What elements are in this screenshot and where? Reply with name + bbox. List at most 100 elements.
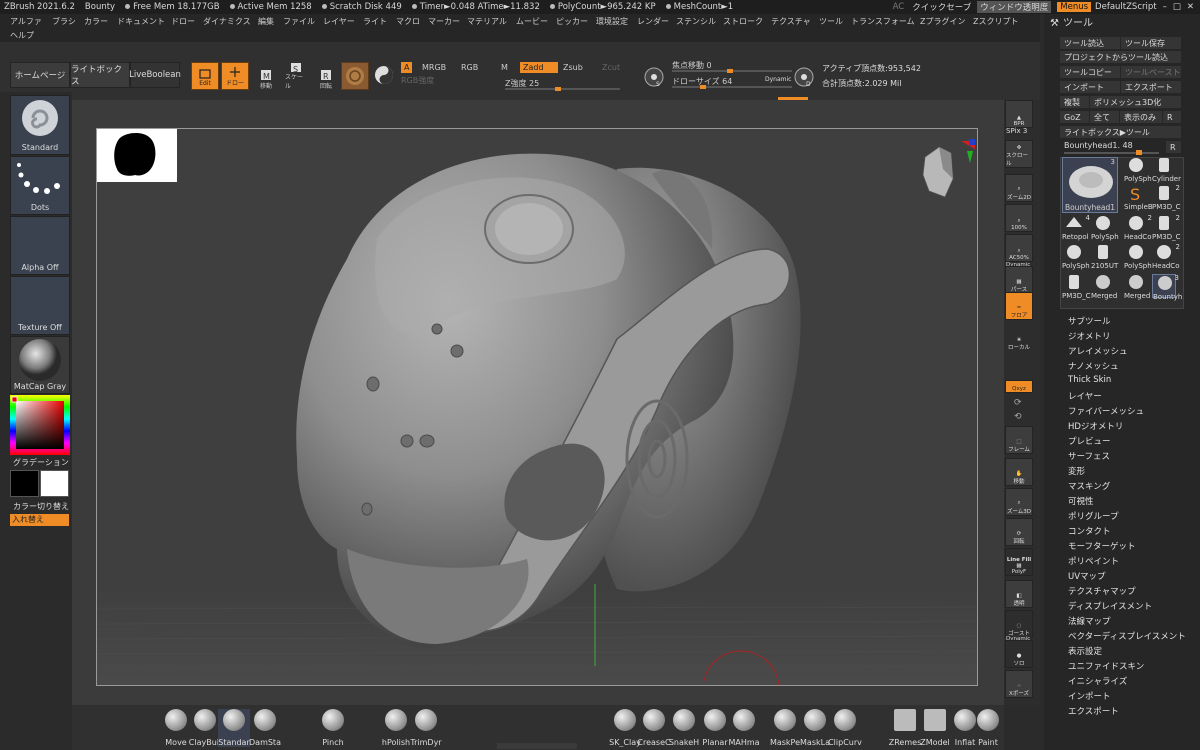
floor-button[interactable]: ═ フロア	[1005, 292, 1033, 320]
dynamic-label[interactable]: Dynamic	[765, 76, 791, 83]
tool-thumb-15[interactable]: Merged	[1124, 274, 1150, 300]
zcut-toggle[interactable]: Zcut	[599, 62, 623, 73]
rotate-y-icon[interactable]: ⟳	[1014, 398, 1022, 408]
tool-thumb-8[interactable]: PM3D_C 2	[1152, 214, 1181, 241]
subpalette-normal-map[interactable]: 法線マップ	[1068, 615, 1111, 627]
zadd-toggle[interactable]: Zadd	[520, 62, 558, 73]
subpalette-unified-skin[interactable]: ユニファイドスキン	[1068, 660, 1144, 672]
tool-thumb-5[interactable]: Retopol 4	[1062, 214, 1090, 241]
tool-thumb-11[interactable]: PolySph	[1124, 244, 1152, 270]
sculpt-model[interactable]	[97, 129, 978, 686]
color-picker[interactable]	[10, 395, 70, 455]
menu-light[interactable]: ライト	[363, 16, 387, 27]
bottom-shelf-scroll-handle[interactable]	[497, 743, 577, 749]
main-color-swatch[interactable]	[10, 470, 39, 497]
rgb-toggle[interactable]: RGB	[458, 62, 481, 73]
focal-shift-knob[interactable]	[727, 69, 733, 73]
tool-thumb-1[interactable]: PolySph	[1124, 157, 1152, 183]
export-button[interactable]: エクスポート	[1121, 81, 1181, 93]
goz-button[interactable]: GoZ	[1060, 111, 1089, 123]
goz-all-button[interactable]: 全て	[1090, 111, 1119, 123]
lightbox-tool-button[interactable]: ライトボックス▶ツール	[1060, 126, 1181, 138]
maximize-icon[interactable]: □	[1173, 2, 1181, 12]
swap-color-button[interactable]: 入れ替え	[10, 514, 69, 526]
tool-thumb-7[interactable]: HeadCo 2	[1124, 214, 1152, 241]
quicksave-button[interactable]: クイックセーブ	[912, 1, 971, 13]
menu-zscript[interactable]: Zスクリプト	[973, 16, 1018, 27]
local-button[interactable]: ⋇ ローカル	[1005, 324, 1033, 352]
menu-render[interactable]: レンダー	[637, 16, 669, 27]
switch-color-button[interactable]: カラー切り替え	[13, 501, 69, 512]
subpalette-arraymesh[interactable]: アレイメッシュ	[1068, 345, 1128, 357]
menu-help[interactable]: ヘルプ	[10, 30, 34, 41]
subpalette-morph-target[interactable]: モーフターゲット	[1068, 540, 1136, 552]
menu-texture[interactable]: テクスチャ	[771, 16, 811, 27]
home-page-button[interactable]: ホームページ	[10, 62, 70, 88]
subpalette-initialize[interactable]: イニシャライズ	[1068, 675, 1127, 687]
alpha-thumbnail[interactable]: Alpha Off	[10, 216, 70, 275]
subpalette-import[interactable]: インポート	[1068, 690, 1111, 702]
move-mode-button[interactable]: M 移動	[255, 62, 277, 90]
load-tool-button[interactable]: ツール読込	[1060, 37, 1120, 49]
secondary-color-swatch[interactable]	[40, 470, 69, 497]
subpalette-subtool[interactable]: サブツール	[1068, 315, 1111, 327]
subpalette-polygroups[interactable]: ポリグループ	[1068, 510, 1119, 522]
subpalette-polypaint[interactable]: ポリペイント	[1068, 555, 1119, 567]
solo-button[interactable]: ● ソロ	[1005, 640, 1033, 668]
current-tool-slider[interactable]: Bountyhead1. 48	[1064, 141, 1133, 150]
brush-pinch[interactable]: Pinch	[317, 709, 349, 747]
menu-picker[interactable]: ピッカー	[556, 16, 588, 27]
frame-button[interactable]: ⬚ フレーム	[1005, 426, 1033, 454]
draw-size-icon[interactable]: D	[793, 66, 815, 88]
tool-thumb-12[interactable]: HeadCo 2	[1152, 243, 1180, 270]
transparency-button[interactable]: ◧ 透明	[1005, 580, 1033, 608]
subpalette-displacement[interactable]: ディスプレイスメント	[1068, 600, 1152, 612]
menu-marker[interactable]: マーカー	[428, 16, 460, 27]
ghost-button[interactable]: ◌ ゴースト	[1005, 610, 1033, 638]
edit-mode-button[interactable]: Edit	[191, 62, 219, 90]
zoom2d-button[interactable]: ⌕ ズーム2D	[1005, 174, 1033, 202]
goz-r-button[interactable]: R	[1163, 111, 1181, 123]
menu-material[interactable]: マテリアル	[467, 16, 507, 27]
menu-layer[interactable]: レイヤー	[323, 16, 355, 27]
color-sphere-button[interactable]	[373, 64, 395, 86]
brush-thumbnail[interactable]: Standard	[10, 95, 70, 155]
material-thumbnail[interactable]: MatCap Gray	[10, 336, 70, 394]
stroke-thumbnail[interactable]: Dots	[10, 156, 70, 215]
subpalette-display-properties[interactable]: 表示設定	[1068, 645, 1102, 657]
mrgb-toggle[interactable]: MRGB	[419, 62, 449, 73]
gradient-label[interactable]: グラデーション	[13, 457, 69, 468]
spix-slider[interactable]: SPix 3	[1006, 127, 1027, 135]
rotate-z-icon[interactable]: ⟲	[1014, 412, 1022, 422]
tool-thumb-14[interactable]: Merged	[1091, 274, 1117, 300]
subpalette-masking[interactable]: マスキング	[1068, 480, 1110, 492]
subpalette-deformation[interactable]: 変形	[1068, 465, 1085, 477]
subpalette-texture-map[interactable]: テクスチャマップ	[1068, 585, 1136, 597]
goz-visible-button[interactable]: 表示のみ	[1120, 111, 1162, 123]
brush-damstandard[interactable]: DamSta	[249, 709, 281, 747]
menu-stencil[interactable]: ステンシル	[676, 16, 716, 27]
menu-color[interactable]: カラー	[84, 16, 108, 27]
tool-thumb-4[interactable]: PM3D_C 2	[1152, 184, 1181, 211]
lightbox-button[interactable]: ライトボックス	[70, 62, 130, 88]
subpalette-geometry[interactable]: ジオメトリ	[1068, 330, 1111, 342]
subpalette-surface[interactable]: サーフェス	[1068, 450, 1110, 462]
copy-tool-button[interactable]: ツールコピー	[1060, 66, 1120, 78]
z-intensity-knob[interactable]	[555, 87, 561, 91]
material-swatch-button[interactable]	[341, 62, 369, 90]
orientation-gizmo[interactable]	[917, 139, 975, 209]
current-tool-r-button[interactable]: R	[1166, 141, 1181, 153]
menu-stroke[interactable]: ストローク	[723, 16, 763, 27]
menu-document[interactable]: ドキュメント	[117, 16, 165, 27]
focal-shift-icon[interactable]: S	[643, 66, 665, 88]
canvas[interactable]	[96, 128, 978, 686]
zsub-toggle[interactable]: Zsub	[560, 62, 586, 73]
z-intensity-slider[interactable]: Z強度 25	[505, 78, 620, 91]
tool-thumb-16[interactable]: Bountyh 3	[1152, 274, 1182, 301]
silhouette-navigator[interactable]	[97, 129, 177, 182]
subpalette-thick-skin[interactable]: Thick Skin	[1068, 375, 1111, 385]
draw-mode-button[interactable]: ドロー	[221, 62, 249, 90]
menu-edit[interactable]: 編集	[258, 16, 274, 27]
brush-trimdynamic[interactable]: TrimDyr	[410, 709, 442, 747]
tool-thumb-3[interactable]: S SimpleB	[1124, 185, 1153, 211]
